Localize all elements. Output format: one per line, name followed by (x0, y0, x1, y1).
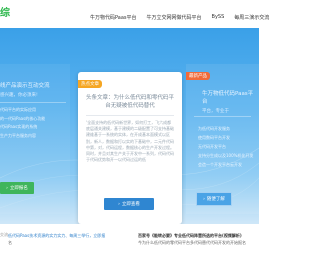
card-title: 牛万物低代码Paas平台 (202, 91, 254, 105)
news-text: 名 (8, 240, 12, 245)
article-excerpt: '全面支持的低代码新世界，如何打工，飞六成都底层通关建模，基于建模的二级配置了可… (86, 120, 174, 163)
signup-button[interactable]: › 立即报名 (0, 182, 34, 194)
card-title: 线产品演示互动交流 (0, 83, 50, 89)
signup-button-label: 立即报名 (9, 186, 28, 191)
hot-badge: 热点文章 (78, 80, 102, 88)
feature-item: 支持分生成以及100%机化开发 (198, 153, 254, 158)
card-title[interactable]: 头条文章：为什么低代码和零代码平台无疑被低代码替代 (86, 94, 174, 110)
arrow-right-icon: › (118, 201, 120, 207)
excerpt-text: '全面支持的低代码新世界，如何打工，飞六成都底层通关建模，基于建模的二级配置了可… (86, 120, 174, 163)
news-edge-label: 交流 (0, 232, 8, 237)
feature-item: 代码平台的实际应用 (0, 107, 36, 112)
feature-item: 会造一个开发平台云开发 (198, 162, 242, 167)
feature-item: 为低代码开发服务 (198, 126, 230, 131)
nav-item-weekly-demo[interactable]: 每周三演示交流 (234, 14, 269, 21)
arrow-right-icon: › (6, 185, 8, 191)
news-title[interactable]: 低代码Paas技术资源的实力实力、每周三举行，立即报 (8, 232, 126, 239)
feature-item: 无代码开发平台 (198, 144, 226, 149)
divider (0, 102, 66, 103)
news-text: 今为什么低代码的零代码平台多代码替代代码开发的开始报名 (138, 240, 246, 245)
news-section: 交流 低代码Paas技术资源的实力实力、每周三举行，立即报 名 百家号《能转必要… (0, 228, 259, 261)
feature-list: 为低代码开发服务 使用数码平台开发 无代码开发平台 支持分生成以及100%机化开… (198, 124, 257, 169)
learn-more-label: 随便了解 (206, 197, 225, 202)
hero-banner: 线产品演示互动交流 感兴趣，你必须来! 代码平台的实际应用 的一代码Paas的核… (0, 28, 259, 224)
card-subtitle: 平台，专业于 (202, 109, 229, 114)
new-badge: 最新产品 (186, 72, 210, 80)
feature-item: 代码Paas实现的系统 (0, 124, 38, 129)
arrow-right-icon: › (203, 196, 205, 202)
view-article-label: 立即查看 (121, 202, 140, 207)
learn-more-button[interactable]: › 随便了解 (196, 192, 232, 206)
news-item-right[interactable]: 百家号《能转必要》专业低代码阵营所选的平台(视频解析) 今为什么低代码的零代码平… (138, 232, 256, 246)
nav-item-byss[interactable]: BySS (212, 14, 225, 21)
card-demo-signup: 线产品演示互动交流 感兴趣，你必须来! 代码平台的实际应用 的一代码Paas的核… (0, 64, 70, 214)
feature-list: 代码平台的实际应用 的一代码Paas的核心功能 代码Paas实现的系统 生产力平… (0, 106, 45, 140)
news-title[interactable]: 百家号《能转必要》专业低代码阵营所选的平台(视频解析) (138, 232, 256, 239)
divider (86, 115, 174, 116)
news-item-left[interactable]: 低代码Paas技术资源的实力实力、每周三举行，立即报 名 (8, 232, 126, 246)
feature-item: 生产力平台服务内容 (0, 132, 36, 138)
nav-item-paas[interactable]: 牛万物代码Paas平台 (90, 14, 137, 21)
card-subtitle: 感兴趣，你必须来! (0, 93, 38, 98)
top-nav: 牛万物代码Paas平台 牛万立交网网做代码平台 BySS 每周三演示交流 (90, 14, 269, 21)
card-new-product: 最新产品 牛万物低代码Paas平台 平台，专业于 为低代码开发服务 使用数码平台… (186, 64, 259, 214)
feature-item: 使用数码平台开发 (198, 135, 230, 140)
card-hot-article: 热点文章 头条文章：为什么低代码和零代码平台无疑被低代码替代 '全面支持的低代码… (78, 72, 182, 224)
nav-item-lowcode-platform[interactable]: 牛万立交网网做代码平台 (147, 14, 202, 21)
feature-item: 的一代码Paas的核心功能 (0, 115, 46, 121)
brand-logo[interactable]: 综 (0, 4, 10, 19)
divider (194, 116, 251, 117)
view-article-button[interactable]: › 立即查看 (104, 198, 154, 210)
